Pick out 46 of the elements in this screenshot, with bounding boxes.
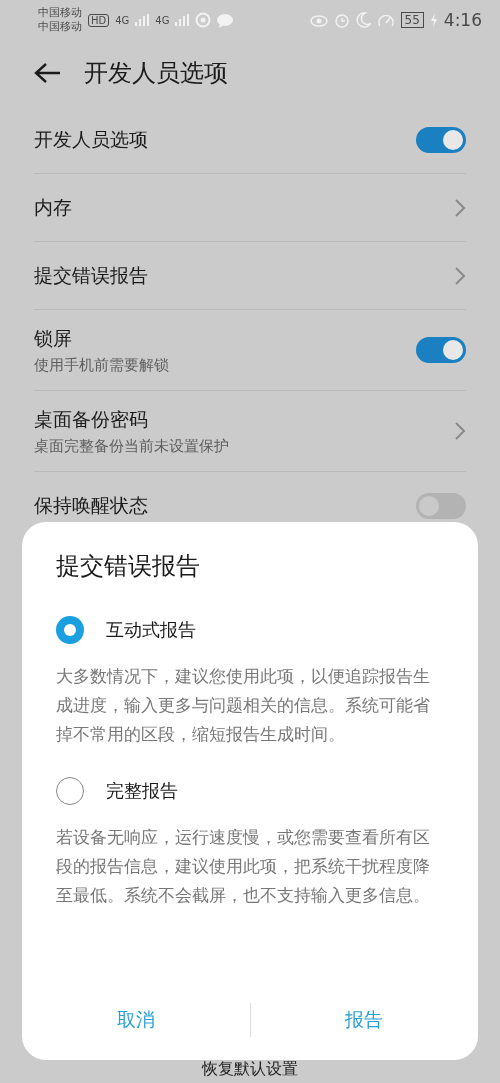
signal-icon bbox=[175, 14, 190, 26]
signal-icon bbox=[135, 14, 150, 26]
speedometer-icon bbox=[376, 12, 395, 28]
setting-title: 桌面备份密码 bbox=[34, 406, 149, 432]
eye-icon bbox=[309, 13, 328, 27]
settings-row[interactable]: 开发人员选项 bbox=[34, 106, 466, 174]
battery-level: 55 bbox=[400, 12, 424, 28]
settings-row[interactable]: 锁屏 使用手机前需要解锁 bbox=[34, 310, 466, 391]
carrier-name: 中国移动 bbox=[38, 6, 82, 20]
chevron-icon bbox=[454, 197, 466, 218]
setting-title: 锁屏 bbox=[34, 325, 73, 351]
setting-title: 提交错误报告 bbox=[34, 262, 148, 288]
ring-icon bbox=[195, 12, 212, 28]
setting-title: 保持唤醒状态 bbox=[34, 492, 148, 518]
setting-title: 内存 bbox=[34, 194, 72, 220]
setting-subtitle: 使用手机前需要解锁 bbox=[34, 355, 169, 375]
page-title: 开发人员选项 bbox=[84, 58, 228, 89]
clock-time: 4:16 bbox=[443, 10, 482, 30]
alarm-icon bbox=[333, 12, 350, 28]
network-type: 4G bbox=[155, 14, 170, 26]
settings-row[interactable]: 保持唤醒状态 bbox=[34, 472, 466, 539]
radio-button[interactable] bbox=[56, 616, 84, 644]
dialog-title: 提交错误报告 bbox=[56, 551, 201, 582]
hd-badge: HD bbox=[88, 13, 110, 27]
charging-icon bbox=[429, 13, 438, 27]
settings-row[interactable]: 桌面备份密码 桌面完整备份当前未设置保护 bbox=[34, 391, 466, 472]
restore-defaults-label[interactable]: 恢复默认设置 bbox=[0, 1059, 500, 1080]
back-arrow-icon[interactable] bbox=[34, 62, 60, 84]
chevron-icon bbox=[454, 265, 466, 286]
settings-row[interactable]: 内存 bbox=[34, 174, 466, 242]
chat-bubble-icon bbox=[217, 12, 234, 28]
moon-icon bbox=[355, 12, 371, 28]
setting-subtitle: 桌面完整备份当前未设置保护 bbox=[34, 436, 229, 456]
option-label: 完整报告 bbox=[106, 779, 178, 803]
radio-button[interactable] bbox=[56, 777, 84, 805]
toggle-switch[interactable] bbox=[416, 337, 466, 363]
toggle-switch[interactable] bbox=[416, 492, 466, 519]
carrier-name: 中国移动 bbox=[38, 20, 82, 34]
option-description: 大多数情况下，建议您使用此项，以便追踪报告生成进度，输入更多与问题相关的信息。系统可能省掉不常用的区段，缩短报告生成时间。 bbox=[56, 666, 431, 746]
option-description: 若设备无响应，运行速度慢，或您需要查看所有区段的报告信息，建议使用此项，把系统干扰程度降至最低。系统不会截屏，也不支持输入更多信息。 bbox=[56, 827, 431, 907]
toggle-switch[interactable] bbox=[416, 126, 466, 153]
network-type: 4G bbox=[115, 14, 130, 26]
setting-title: 开发人员选项 bbox=[34, 126, 148, 152]
chevron-icon bbox=[454, 421, 466, 441]
option-label: 互动式报告 bbox=[106, 618, 196, 642]
settings-row[interactable]: 提交错误报告 bbox=[34, 242, 466, 310]
